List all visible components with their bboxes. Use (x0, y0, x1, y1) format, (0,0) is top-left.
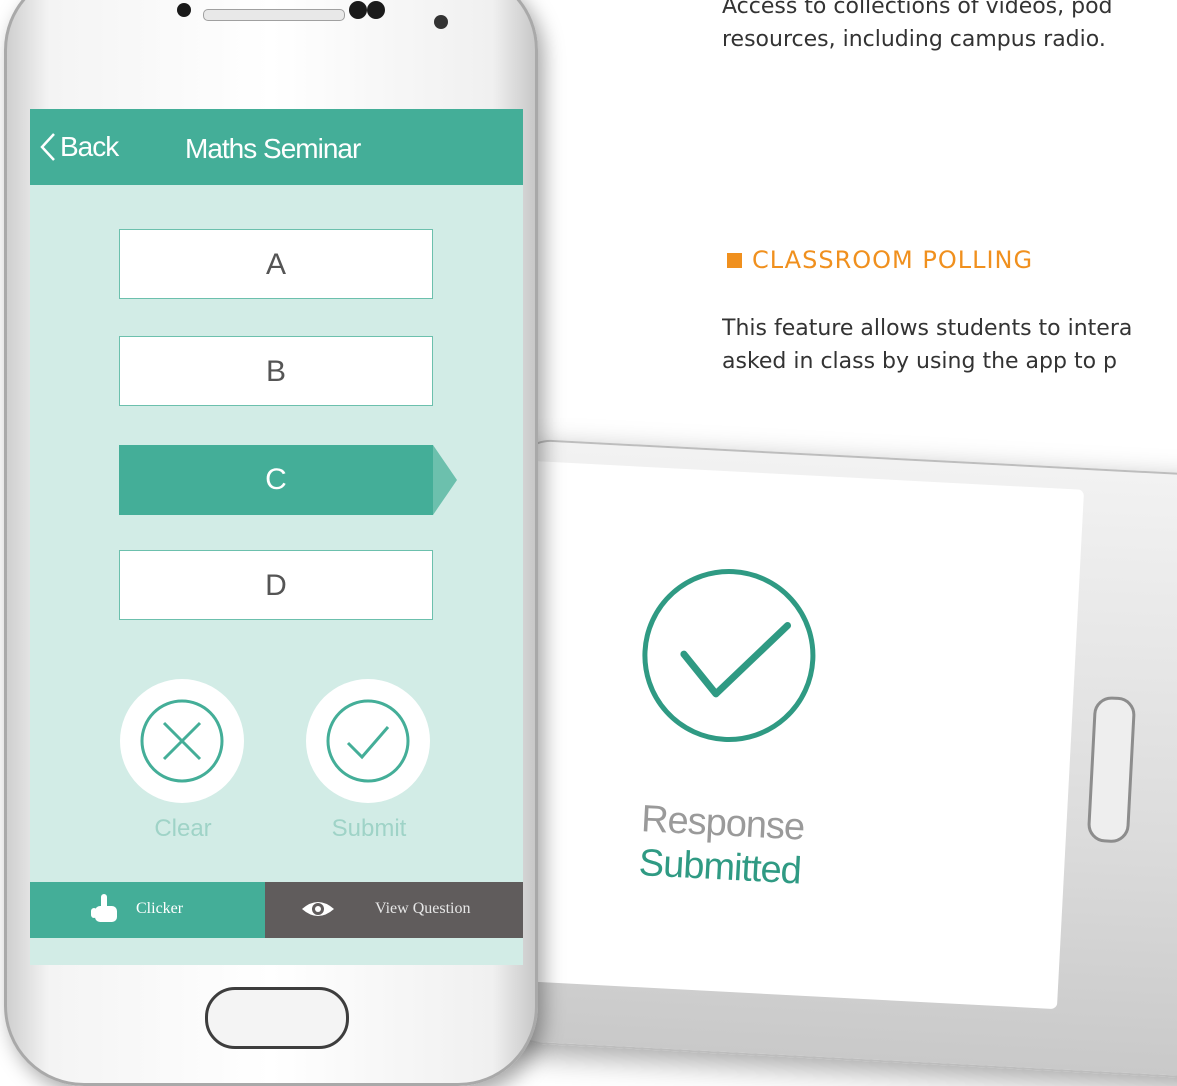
sensor-dot (367, 1, 385, 19)
section-heading-text: CLASSROOM POLLING (752, 246, 1034, 274)
clear-label: Clear (154, 815, 212, 842)
option-c-button[interactable]: C (119, 445, 433, 515)
square-bullet-icon (727, 252, 742, 268)
back-label: Back (60, 131, 119, 162)
page-title: Maths Seminar (185, 133, 361, 164)
section-body-line-2: asked in class by using the app to p (722, 349, 1117, 374)
tab-clicker-label: Clicker (136, 900, 184, 917)
check-circle-icon (642, 568, 816, 742)
sensor-dot (177, 3, 191, 17)
option-a-label: A (265, 248, 286, 281)
portrait-phone: Back Maths Seminar A B C D Clear Submit … (4, 0, 538, 1086)
tab-clicker[interactable]: Clicker (30, 882, 265, 938)
app-screen: Back Maths Seminar A B C D Clear Submit … (30, 109, 523, 965)
option-d-label: D (265, 569, 287, 602)
option-a-button[interactable]: A (119, 229, 433, 299)
chevron-left-icon (40, 133, 55, 161)
eye-icon (302, 902, 334, 916)
intro-line-1: Access to collections of videos, pod (722, 0, 1113, 19)
pointing-hand-icon (91, 894, 117, 922)
tab-view-question[interactable]: View Question (265, 882, 523, 938)
landscape-home-button (1086, 695, 1137, 844)
section-body-line-1: This feature allows students to intera (722, 316, 1133, 341)
tab-bar: Clicker View Question (30, 882, 523, 938)
section-heading: CLASSROOM POLLING (727, 246, 1033, 274)
option-d-button[interactable]: D (119, 550, 433, 620)
speaker-grille (203, 9, 345, 21)
selected-arrow-icon (433, 445, 457, 515)
back-button[interactable]: Back (40, 131, 119, 163)
check-circle-icon (326, 699, 410, 783)
section-body: This feature allows students to intera a… (722, 312, 1177, 378)
landscape-phone-screen: Response Submitted (502, 460, 1085, 1010)
sensor-dot (349, 1, 367, 19)
tab-view-question-label: View Question (375, 900, 471, 917)
response-line-2: Submitted (637, 842, 802, 893)
home-button[interactable] (205, 987, 349, 1049)
response-submitted-text: Response Submitted (638, 797, 806, 893)
intro-line-2: resources, including campus radio. (722, 27, 1106, 52)
landscape-phone: Response Submitted (483, 438, 1177, 1082)
front-camera-icon (434, 15, 448, 29)
submit-button[interactable] (306, 679, 430, 803)
submit-label: Submit (331, 815, 407, 842)
clear-button[interactable] (120, 679, 244, 803)
close-circle-icon (140, 699, 224, 783)
option-b-button[interactable]: B (119, 336, 433, 406)
app-header: Back Maths Seminar (30, 109, 523, 185)
option-c-label: C (265, 463, 287, 496)
intro-paragraph: Access to collections of videos, pod res… (722, 0, 1177, 56)
option-b-label: B (265, 355, 286, 388)
